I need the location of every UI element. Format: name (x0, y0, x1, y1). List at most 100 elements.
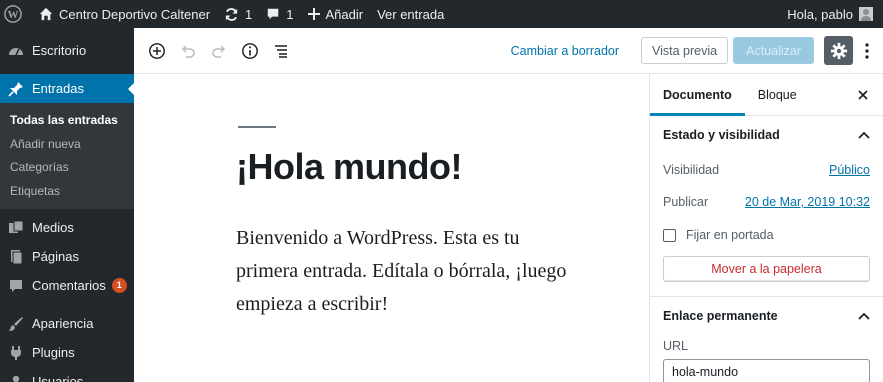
settings-button[interactable] (824, 36, 853, 65)
tab-block[interactable]: Bloque (745, 74, 810, 115)
close-icon (858, 90, 868, 100)
greeting: Hola, pablo (787, 6, 853, 22)
panel-title: Enlace permanente (663, 309, 778, 323)
svg-text:W: W (8, 9, 19, 21)
move-to-trash-button[interactable]: Mover a la papelera (663, 256, 870, 282)
post-title[interactable]: ¡Hola mundo! (236, 146, 462, 188)
undo-button[interactable] (177, 40, 199, 62)
menu-label: Apariencia (32, 316, 94, 331)
editor-header: Cambiar a borrador Vista previa Actualiz… (134, 28, 883, 74)
info-icon (242, 42, 258, 59)
update-button[interactable]: Actualizar (733, 37, 814, 64)
comments-badge: 1 (111, 278, 127, 293)
sticky-label: Fijar en portada (686, 228, 774, 242)
wordpress-logo-icon[interactable]: W (0, 0, 32, 28)
pages-icon (8, 249, 24, 265)
title-separator (238, 126, 276, 128)
list-icon (275, 44, 287, 58)
media-icon (8, 220, 24, 236)
submenu-item-tags[interactable]: Etiquetas (0, 180, 134, 204)
preview-button[interactable]: Vista previa (641, 37, 729, 64)
sticky-checkbox[interactable] (663, 228, 676, 242)
comments-count: 1 (286, 6, 294, 22)
permalink-toggle[interactable]: Enlace permanente (663, 297, 870, 335)
updates-count: 1 (245, 6, 253, 22)
add-block-button[interactable] (146, 40, 168, 62)
sticky-row: Fijar en portada (663, 218, 870, 252)
menu-label: Plugins (32, 345, 75, 360)
switch-to-draft-button[interactable]: Cambiar a borrador (511, 44, 619, 58)
permalink-panel: Enlace permanente URL hola-mundo (650, 297, 883, 382)
avatar (859, 7, 873, 21)
paragraph-block[interactable]: Bienvenido a WordPress. Esta es tu prime… (236, 222, 576, 321)
menu-label: Usuarios (32, 374, 84, 382)
posts-submenu: Todas las entradas Añadir nueva Categorí… (0, 103, 134, 209)
submenu-item-categories[interactable]: Categorías (0, 156, 134, 180)
menu-label: Escritorio (32, 43, 87, 58)
plus-icon (307, 8, 320, 20)
menu-item-dashboard[interactable]: Escritorio (0, 36, 134, 65)
visibility-row: Visibilidad Público (663, 154, 870, 186)
close-sidebar-button[interactable] (855, 87, 871, 103)
dashboard-icon (8, 43, 24, 59)
view-post-link[interactable]: Ver entrada (370, 0, 451, 28)
publish-date-toggle[interactable]: 20 de Mar, 2019 10:32 (745, 195, 870, 209)
menu-item-comments[interactable]: Comentarios 1 (0, 271, 134, 300)
redo-icon (212, 44, 226, 58)
add-block-icon (149, 42, 165, 59)
redo-button[interactable] (208, 40, 230, 62)
paintbrush-icon (8, 316, 24, 332)
site-name-link[interactable]: Centro Deportivo Caltener (32, 0, 217, 28)
admin-bar: W Centro Deportivo Caltener 1 1 Añadir V… (0, 0, 883, 28)
new-content-link[interactable]: Añadir (301, 0, 371, 28)
sidebar-tabs: Documento Bloque (650, 74, 883, 116)
publish-row: Publicar 20 de Mar, 2019 10:32 (663, 186, 870, 218)
updates-link[interactable]: 1 (217, 0, 259, 28)
menu-label: Páginas (32, 249, 79, 264)
panel-title: Estado y visibilidad (663, 128, 780, 142)
users-icon (8, 374, 24, 382)
editor-canvas: ¡Hola mundo! Bienvenido a WordPress. Est… (134, 74, 649, 382)
status-visibility-panel: Estado y visibilidad Visibilidad Público… (650, 116, 883, 297)
url-slug-input[interactable]: hola-mundo (663, 359, 870, 382)
visibility-label: Visibilidad (663, 163, 720, 177)
settings-sidebar: Documento Bloque Estado y visibilidad Vi… (649, 74, 883, 382)
status-visibility-toggle[interactable]: Estado y visibilidad (663, 116, 870, 154)
tab-document[interactable]: Documento (650, 74, 745, 116)
submenu-item-all-posts[interactable]: Todas las entradas (0, 109, 134, 133)
gear-icon (830, 42, 847, 59)
chevron-up-icon (858, 131, 870, 139)
my-account-link[interactable]: Hola, pablo (780, 0, 883, 28)
publish-label: Publicar (663, 195, 709, 209)
menu-label: Entradas (32, 81, 85, 96)
content-info-button[interactable] (239, 40, 261, 62)
url-label: URL (663, 339, 689, 353)
more-vertical-icon (865, 42, 869, 59)
menu-item-plugins[interactable]: Plugins (0, 338, 134, 367)
menu-item-pages[interactable]: Páginas (0, 242, 134, 271)
submenu-item-add-new[interactable]: Añadir nueva (0, 133, 134, 157)
block-navigation-button[interactable] (270, 40, 292, 62)
admin-menu: Escritorio Entradas Todas las entradas A… (0, 28, 134, 382)
more-tools-button[interactable] (859, 36, 875, 65)
comment-icon (8, 278, 24, 294)
chevron-up-icon (858, 312, 870, 320)
visibility-toggle[interactable]: Público (829, 163, 870, 177)
updates-icon (225, 7, 238, 21)
plugin-icon (8, 345, 24, 361)
menu-item-media[interactable]: Medios (0, 213, 134, 242)
home-icon (39, 7, 53, 21)
comment-icon (268, 8, 279, 20)
pushpin-icon (8, 81, 24, 97)
menu-label: Comentarios (32, 278, 106, 293)
comments-link[interactable]: 1 (259, 0, 300, 28)
header-actions: Cambiar a borrador Vista previa Actualiz… (511, 36, 883, 65)
menu-item-posts[interactable]: Entradas (0, 74, 134, 103)
menu-item-appearance[interactable]: Apariencia (0, 309, 134, 338)
site-name: Centro Deportivo Caltener (59, 6, 211, 22)
menu-item-users[interactable]: Usuarios (0, 367, 134, 382)
view-post-label: Ver entrada (377, 6, 445, 22)
new-label: Añadir (325, 6, 364, 22)
menu-label: Medios (32, 220, 74, 235)
undo-icon (181, 44, 195, 58)
